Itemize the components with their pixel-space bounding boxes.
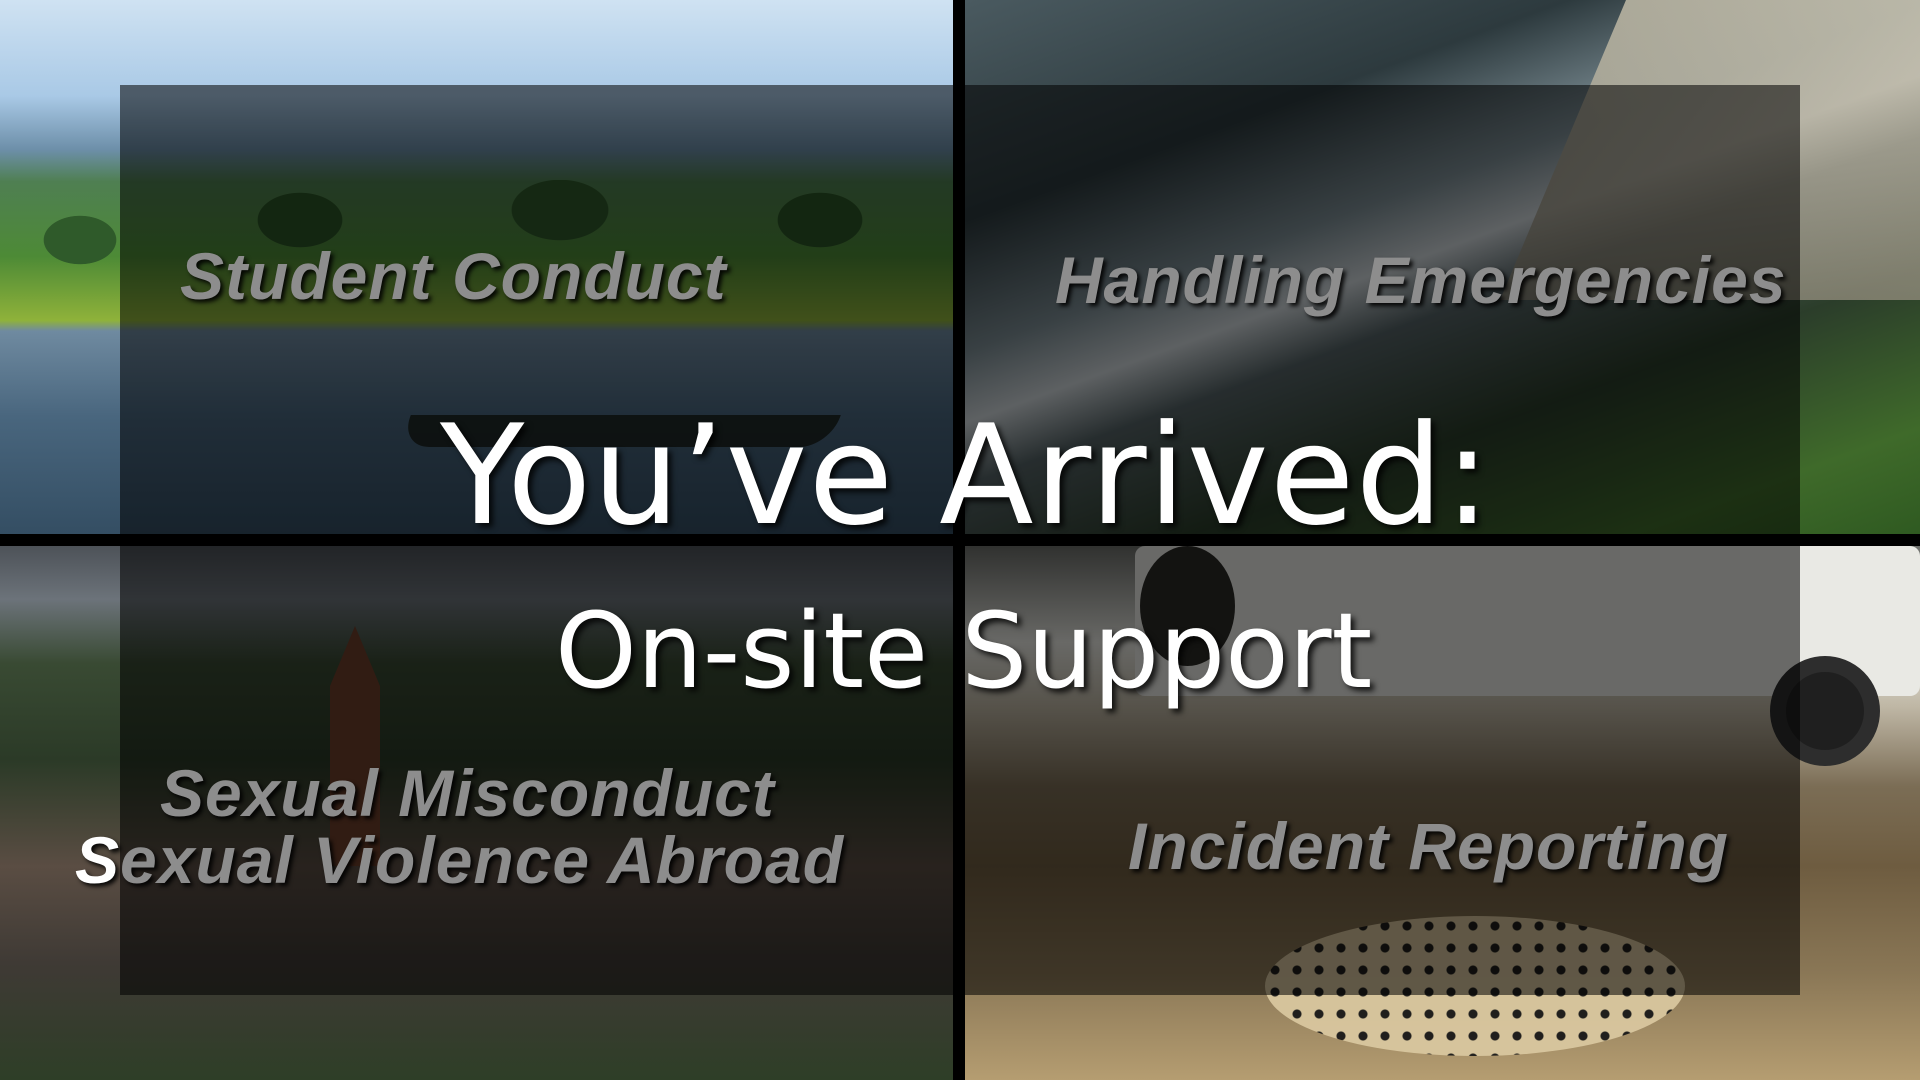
slide-subtitle: On-site Support [555, 590, 1373, 712]
label-sexual-violence-first-letter: S [75, 823, 121, 897]
label-student-conduct: Student Conduct [180, 239, 727, 313]
label-incident-reporting: Incident Reporting [1128, 809, 1729, 883]
slide-title: You’ve Arrived: [440, 395, 1492, 556]
label-sexual-violence-abroad: Sexual Violence Abroad [75, 822, 844, 898]
label-handling-emergencies: Handling Emergencies [1055, 243, 1787, 317]
label-sexual-misconduct: Sexual Misconduct [160, 756, 775, 830]
label-sexual-violence-rest: exual Violence Abroad [120, 823, 845, 897]
